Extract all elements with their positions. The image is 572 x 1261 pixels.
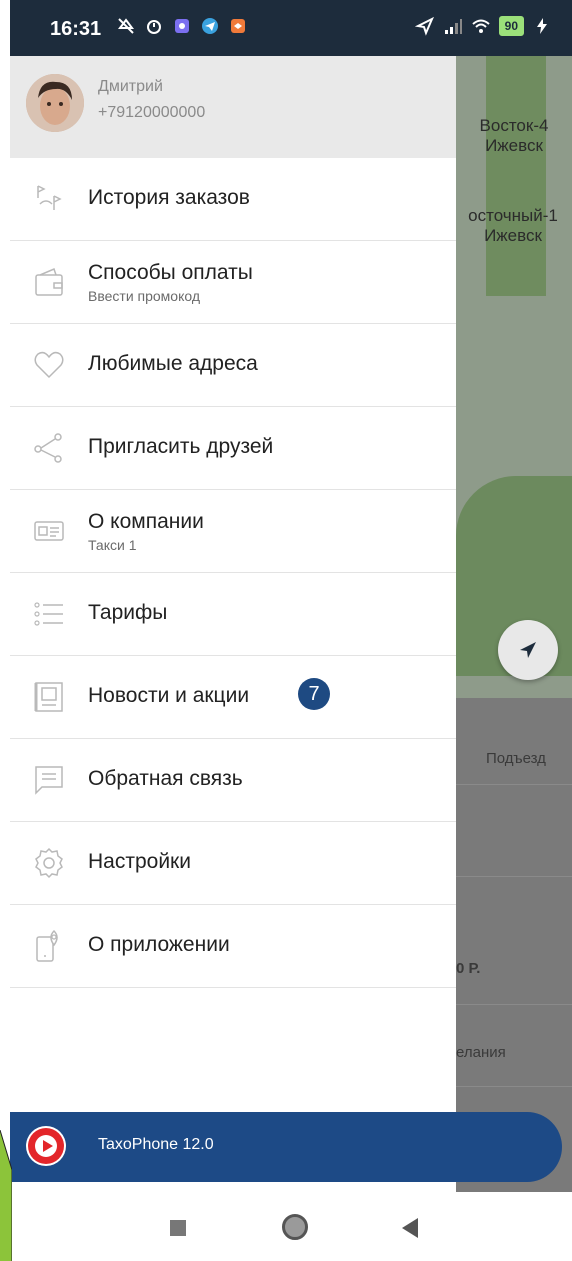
location-arrow-icon: [414, 16, 434, 36]
menu-item-payment-methods[interactable]: Способы оплаты Ввести промокод: [10, 241, 456, 324]
app-version-text: TaxoPhone 12.0: [98, 1136, 214, 1153]
menu-item-tariffs[interactable]: Тарифы: [10, 573, 456, 656]
profile-name: Дмитрий: [98, 78, 163, 95]
map-label-vostochny1: осточный-1 Ижевск: [454, 206, 572, 246]
my-location-button[interactable]: [498, 620, 558, 680]
profile-phone: +79120000000: [98, 104, 206, 121]
divider: [456, 876, 572, 877]
map-label-line: осточный-1: [468, 206, 558, 225]
map-background: Восток-4 Ижевск осточный-1 Ижевск: [456, 56, 572, 698]
app-screen: 16:31 90 Восток-4 Ижевск осточный-1 Ижев…: [10, 0, 572, 1261]
taxophone-logo: [26, 1126, 66, 1166]
battery-icon: 90: [498, 16, 524, 36]
heart-icon: [34, 351, 64, 379]
recent-apps-button[interactable]: [170, 1220, 186, 1236]
share-icon: [34, 433, 62, 463]
entrance-field-placeholder: Подъезд: [486, 750, 546, 767]
drawer-menu: История заказов Способы оплаты Ввести пр…: [10, 158, 456, 988]
status-bar: 16:31 90: [10, 0, 572, 56]
app-version-banner[interactable]: TaxoPhone 12.0: [10, 1112, 562, 1182]
menu-item-label: Настройки: [88, 850, 191, 873]
alarm-icon: [147, 20, 161, 34]
user-photo-icon: [26, 74, 84, 132]
navigation-arrow-icon: [520, 642, 536, 658]
divider: [456, 1004, 572, 1005]
menu-item-label: Способы оплаты: [88, 261, 253, 284]
menu-item-news-promotions[interactable]: Новости и акции 7: [10, 656, 456, 739]
menu-item-settings[interactable]: Настройки: [10, 822, 456, 905]
alarm-off-icon: [118, 18, 134, 34]
map-label-line: Восток-4: [479, 116, 549, 135]
route-flags-icon: [37, 185, 62, 210]
id-card-icon: [34, 521, 64, 541]
menu-item-feedback[interactable]: Обратная связь: [10, 739, 456, 822]
menu-item-about-app[interactable]: О приложении: [10, 905, 456, 988]
message-icon: [35, 766, 63, 795]
menu-item-label: Тарифы: [88, 601, 168, 624]
map-label-vostok4: Восток-4 Ижевск: [456, 116, 572, 156]
gear-icon: [35, 847, 63, 879]
map-label-line: Ижевск: [484, 226, 542, 245]
wallet-icon: [35, 267, 63, 296]
back-button[interactable]: [402, 1218, 418, 1238]
news-count-badge: 7: [298, 678, 330, 710]
menu-item-sublabel[interactable]: Ввести промокод: [88, 288, 200, 304]
system-status-icons: 90: [414, 16, 552, 36]
app-badge-icon: [231, 19, 245, 33]
signal-icon: [444, 19, 462, 34]
menu-item-about-company[interactable]: О компании Такси 1: [10, 490, 456, 573]
divider: [456, 1086, 572, 1087]
telegram-icon: [202, 18, 218, 34]
price-fragment: 0 Р.: [456, 960, 481, 977]
menu-item-invite-friends[interactable]: Пригласить друзей: [10, 407, 456, 490]
menu-item-label: Обратная связь: [88, 767, 243, 790]
divider: [456, 784, 572, 785]
menu-item-label: Любимые адреса: [88, 352, 258, 375]
map-park-area: [486, 56, 546, 296]
menu-item-label: Новости и акции: [88, 684, 250, 707]
news-icon: [34, 682, 63, 712]
decorative-green-arrow: [0, 1130, 12, 1261]
menu-item-label: О компании: [88, 510, 204, 533]
home-button[interactable]: [282, 1214, 308, 1240]
notification-icons: [116, 16, 248, 36]
menu-item-label: О приложении: [88, 933, 230, 956]
status-time: 16:31: [50, 18, 102, 40]
menu-item-favorite-addresses[interactable]: Любимые адреса: [10, 324, 456, 407]
play-logo-icon: [28, 1128, 64, 1164]
avatar: [26, 74, 84, 132]
phone-pin-icon: [36, 929, 58, 962]
wishes-fragment: елания: [456, 1044, 506, 1061]
system-navigation-bar: [10, 1192, 572, 1261]
map-label-line: Ижевск: [485, 136, 543, 155]
navigation-drawer: Дмитрий +79120000000 История заказов Спо…: [10, 56, 456, 1192]
wifi-icon: [471, 19, 490, 33]
menu-item-label: История заказов: [88, 186, 250, 209]
app-notification-icon: [175, 19, 189, 33]
charging-icon: [537, 18, 547, 34]
menu-item-order-history[interactable]: История заказов: [10, 158, 456, 241]
menu-item-sublabel: Такси 1: [88, 537, 137, 553]
list-icon: [34, 602, 63, 626]
profile-header[interactable]: Дмитрий +79120000000: [10, 56, 456, 158]
menu-item-label: Пригласить друзей: [88, 435, 274, 458]
